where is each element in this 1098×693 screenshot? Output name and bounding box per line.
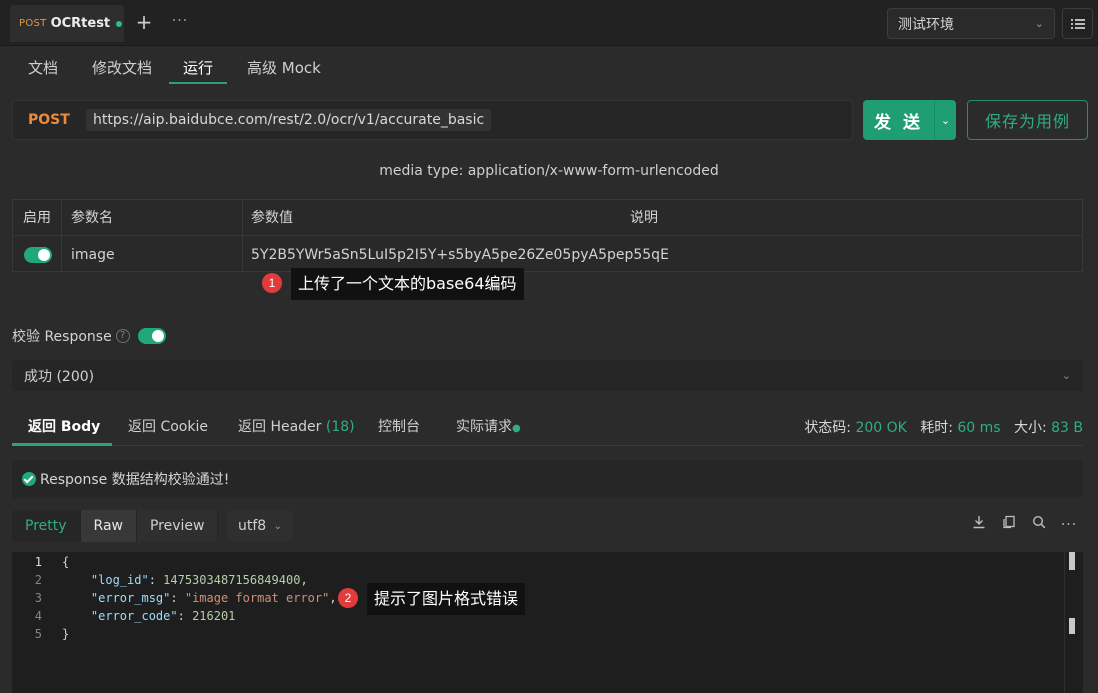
tab-docs[interactable]: 文档 [28,56,58,84]
size-value: 83 B [1051,420,1083,436]
header-param-name: 参数名 [71,210,113,226]
tab-actual-request-label: 实际请求 [456,419,512,435]
save-as-case-button[interactable]: 保存为用例 [967,100,1088,140]
params-header-row: 启用 参数名 参数值 说明 [13,200,1082,236]
code-line: "error_code": 216201 [90,609,236,623]
line-number: 5 [34,627,42,641]
tab-response-header-label: 返回 Header [238,419,322,435]
params-table: 启用 参数名 参数值 说明 image 5Y2B5YWr5aSn5LuI5p2I… [12,199,1083,272]
more-tabs-button[interactable]: ··· [170,11,190,33]
encoding-select[interactable]: utf8 ⌄ [227,510,293,542]
validate-response: 校验 Response ? [12,325,166,347]
code-line: "log_id": 1475303487156849400, [90,573,308,587]
send-button[interactable]: 发 送 [863,100,934,140]
tab-title: OCRtest [50,16,111,31]
list-icon [1070,18,1085,29]
media-type-label: media type: application/x-www-form-urlen… [379,163,719,179]
unsaved-dot-icon [116,20,123,27]
tab-run[interactable]: 运行 [169,56,228,84]
new-tab-button[interactable]: + [134,11,154,33]
tab-ocrtest[interactable]: POST OCRtest [10,5,124,42]
annotation-callout-2: 提示了图片格式错误 [367,583,526,615]
active-tab-indicator [12,443,112,446]
validation-pass-message: Response 数据结构校验通过! [12,460,1083,498]
pass-text: Response 数据结构校验通过! [40,472,230,488]
param-name[interactable]: image [71,237,115,273]
url-input[interactable]: https://aip.baidubce.com/rest/2.0/ocr/v1… [86,109,492,131]
environment-label: 测试环境 [898,16,954,33]
header-description: 说明 [630,210,658,226]
chevron-down-icon: ⌄ [940,113,951,127]
response-tabs: 返回 Body 返回 Cookie 返回 Header (18) 控制台 实际请… [12,406,1083,446]
encoding-label: utf8 [238,518,267,534]
format-pretty-button[interactable]: Pretty [12,510,81,542]
response-metrics: 状态码: 200 OK 耗时: 60 ms 大小: 83 B [804,417,1083,437]
annotation-badge-2: 2 [338,588,358,608]
line-number-gutter: 1 2 3 4 5 [12,552,54,693]
format-toggle-group: Pretty Raw Preview [12,510,219,542]
scrollbar-marker[interactable] [1069,618,1075,634]
scrollbar-thumb[interactable] [1069,552,1075,570]
send-dropdown-button[interactable]: ⌄ [934,100,956,140]
header-param-value: 参数值 [251,210,293,226]
annotation-callout-1: 上传了一个文本的base64编码 [291,268,524,300]
code-line: { [62,555,70,569]
tab-bar: POST OCRtest + ··· 测试环境 ⌄ [0,0,1098,46]
copy-icon[interactable] [999,515,1019,535]
chevron-down-icon: ⌄ [1061,369,1071,382]
response-body-editor[interactable]: 1 2 3 4 5 { "log_id": 147530348715684940… [12,552,1083,693]
tab-method: POST [19,18,47,29]
url-bar[interactable]: POST https://aip.baidubce.com/rest/2.0/o… [12,100,853,140]
format-raw-button[interactable]: Raw [80,510,137,542]
code-line: } [62,627,70,641]
tab-actual-request[interactable]: 实际请求● [456,416,521,436]
tab-response-cookie[interactable]: 返回 Cookie [128,416,208,436]
status-code-label: 状态码: [804,420,852,436]
check-circle-icon [22,472,36,486]
response-status-select[interactable]: 成功 (200) ⌄ [12,360,1083,391]
tab-edit-docs[interactable]: 修改文档 [92,56,152,84]
tab-response-body[interactable]: 返回 Body [28,416,100,436]
response-status-label: 成功 (200) [24,368,95,385]
tab-response-header[interactable]: 返回 Header (18) [238,416,355,436]
environment-select[interactable]: 测试环境 ⌄ [887,8,1055,39]
more-icon[interactable]: ··· [1059,515,1079,535]
http-method[interactable]: POST [28,112,78,128]
validate-toggle[interactable] [137,328,166,344]
tab-console[interactable]: 控制台 [378,416,420,436]
format-preview-button[interactable]: Preview [137,510,219,542]
line-number: 2 [34,573,42,587]
validate-label: 校验 Response [12,329,112,345]
help-icon[interactable]: ? [115,329,130,343]
param-enabled-toggle[interactable] [24,247,52,263]
header-enabled: 启用 [23,210,51,226]
size-label: 大小: [1013,420,1047,436]
annotation-badge-1: 1 [262,273,282,293]
status-code-value: 200 OK [855,420,907,436]
time-value: 60 ms [957,420,1001,436]
download-icon[interactable] [969,515,989,535]
line-number: 3 [34,591,42,605]
table-row: image 5Y2B5YWr5aSn5LuI5p2I5Y+s5byA5pe26Z… [13,237,1082,273]
line-number: 1 [34,555,42,569]
code-line: "error_msg": "image format error", [90,591,337,605]
tab-advanced-mock[interactable]: 高级 Mock [247,56,321,84]
search-icon[interactable] [1029,515,1049,535]
editor-ruler [1064,552,1065,693]
time-label: 耗时: [920,420,953,436]
dot-icon: ● [512,423,521,434]
chevron-down-icon: ⌄ [273,520,282,532]
chevron-down-icon: ⌄ [1034,17,1044,30]
line-number: 4 [34,609,42,623]
header-count: (18) [325,419,355,435]
list-menu-button[interactable] [1062,8,1093,39]
